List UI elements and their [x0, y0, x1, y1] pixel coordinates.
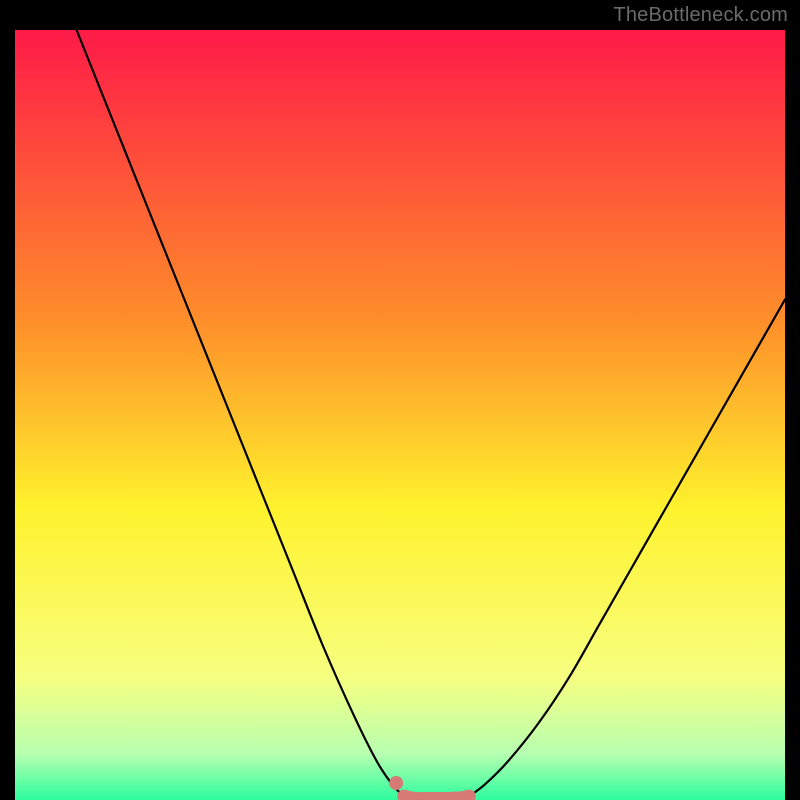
- marker-dot: [389, 776, 403, 790]
- chart-frame: [15, 30, 785, 800]
- valley-floor-dash: [404, 796, 469, 798]
- chart-background: [15, 30, 785, 800]
- bottleneck-chart: [15, 30, 785, 800]
- watermark-text: TheBottleneck.com: [613, 4, 788, 27]
